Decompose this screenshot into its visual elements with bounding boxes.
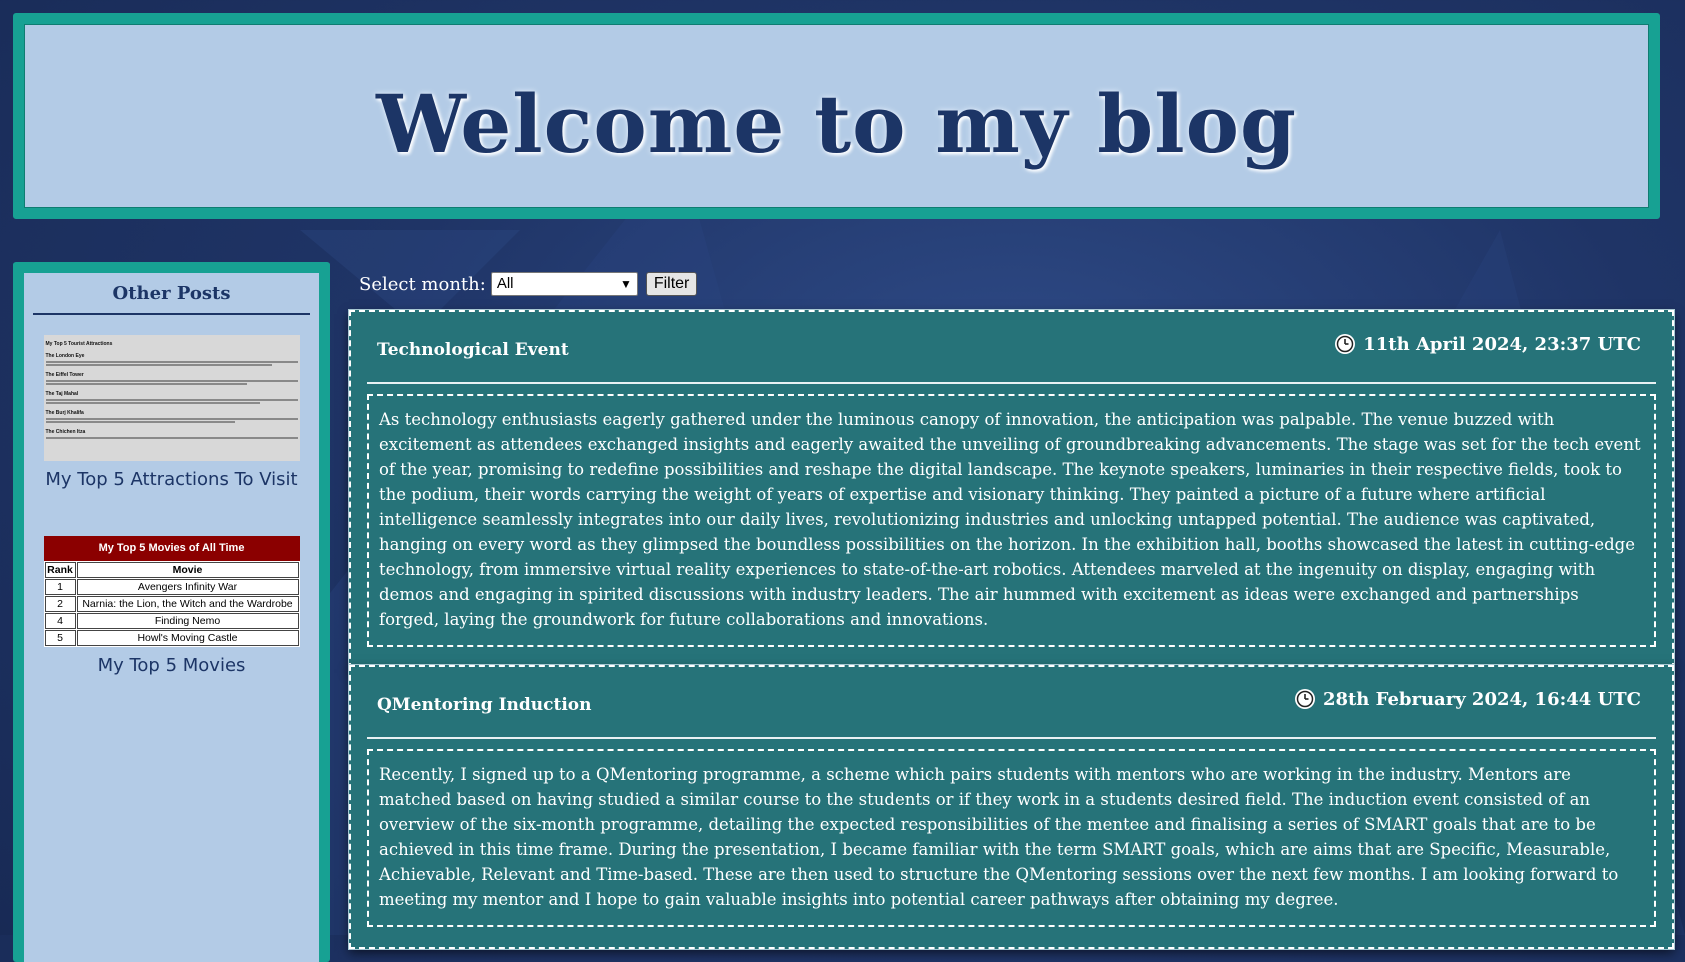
month-filter-label: Select month:	[359, 273, 486, 295]
post-body: Recently, I signed up to a QMentoring pr…	[367, 749, 1656, 927]
table-cell-rank: 1	[44, 579, 76, 595]
table-header-movie: Movie	[76, 562, 299, 578]
clock-icon	[1335, 334, 1356, 354]
thumbnail-section: The Taj Mahal	[45, 391, 79, 397]
table-cell-rank: 5	[44, 630, 76, 646]
table-cell-movie: Howl's Moving Castle	[76, 630, 299, 646]
sidebar-post-link-attractions[interactable]: My Top 5 Attractions To Visit	[24, 469, 319, 490]
sidebar: Other Posts My Top 5 Tourist Attractions…	[13, 262, 330, 962]
chevron-down-icon: ▼	[619, 277, 632, 291]
table-cell-movie: Narnia: the Lion, the Witch and the Ward…	[76, 596, 299, 612]
post-date: 28th February 2024, 16:44 UTC	[1294, 688, 1641, 710]
movies-thumbnail[interactable]: My Top 5 Movies of All Time Rank Movie 1…	[43, 536, 300, 647]
text-line	[45, 402, 260, 404]
text-line	[45, 383, 248, 385]
movies-table-heading: My Top 5 Movies of All Time	[43, 536, 300, 561]
post-body: As technology enthusiasts eagerly gather…	[367, 394, 1656, 647]
clock-icon	[1294, 689, 1315, 709]
post-title: Technological Event	[377, 340, 569, 360]
table-row: 1 Avengers Infinity War	[44, 579, 299, 595]
post-date-text: 11th April 2024, 23:37 UTC	[1363, 333, 1641, 355]
text-line	[45, 364, 273, 366]
post-title: QMentoring Induction	[377, 695, 592, 715]
month-select-value: All	[496, 275, 514, 292]
thumbnail-section: The Chichen Itza	[45, 429, 86, 435]
sidebar-title: Other Posts	[33, 283, 310, 315]
post-header: Technological Event 11th April 2024, 23:…	[367, 312, 1656, 384]
table-header-rank: Rank	[44, 562, 76, 578]
table-cell-rank: 2	[44, 596, 76, 612]
month-select[interactable]: All ▼	[490, 272, 638, 296]
thumbnail-section: The London Eye	[45, 353, 85, 359]
table-cell-rank: 4	[44, 613, 76, 629]
post-date: 11th April 2024, 23:37 UTC	[1334, 333, 1641, 355]
blog-post: QMentoring Induction 28th February 2024,…	[348, 664, 1675, 950]
month-filter-bar: Select month: All ▼ Filter	[359, 272, 698, 296]
thumbnail-section: The Eiffel Tower	[45, 372, 84, 378]
table-row: 2 Narnia: the Lion, the Witch and the Wa…	[44, 596, 299, 612]
movies-table: Rank Movie 1 Avengers Infinity War 2 Nar…	[43, 561, 300, 647]
text-line	[45, 361, 298, 363]
thumbnail-heading: My Top 5 Tourist Attractions	[45, 341, 113, 347]
thumbnail-section: The Burj Khalifa	[45, 410, 84, 416]
page-header: Welcome to my blog	[13, 13, 1660, 219]
filter-button[interactable]: Filter	[645, 272, 698, 296]
page-title: Welcome to my blog	[376, 77, 1297, 171]
post-header: QMentoring Induction 28th February 2024,…	[367, 667, 1656, 739]
attractions-thumbnail[interactable]: My Top 5 Tourist Attractions The London …	[43, 335, 300, 461]
text-line	[45, 421, 235, 423]
table-row: 5 Howl's Moving Castle	[44, 630, 299, 646]
text-line	[45, 418, 298, 420]
post-date-text: 28th February 2024, 16:44 UTC	[1322, 688, 1641, 710]
blog-post: Technological Event 11th April 2024, 23:…	[348, 309, 1675, 670]
text-line	[45, 380, 298, 382]
text-line	[45, 437, 298, 439]
table-row: 4 Finding Nemo	[44, 613, 299, 629]
table-cell-movie: Avengers Infinity War	[76, 579, 299, 595]
sidebar-post-link-movies[interactable]: My Top 5 Movies	[24, 655, 319, 676]
text-line	[45, 399, 298, 401]
table-cell-movie: Finding Nemo	[76, 613, 299, 629]
